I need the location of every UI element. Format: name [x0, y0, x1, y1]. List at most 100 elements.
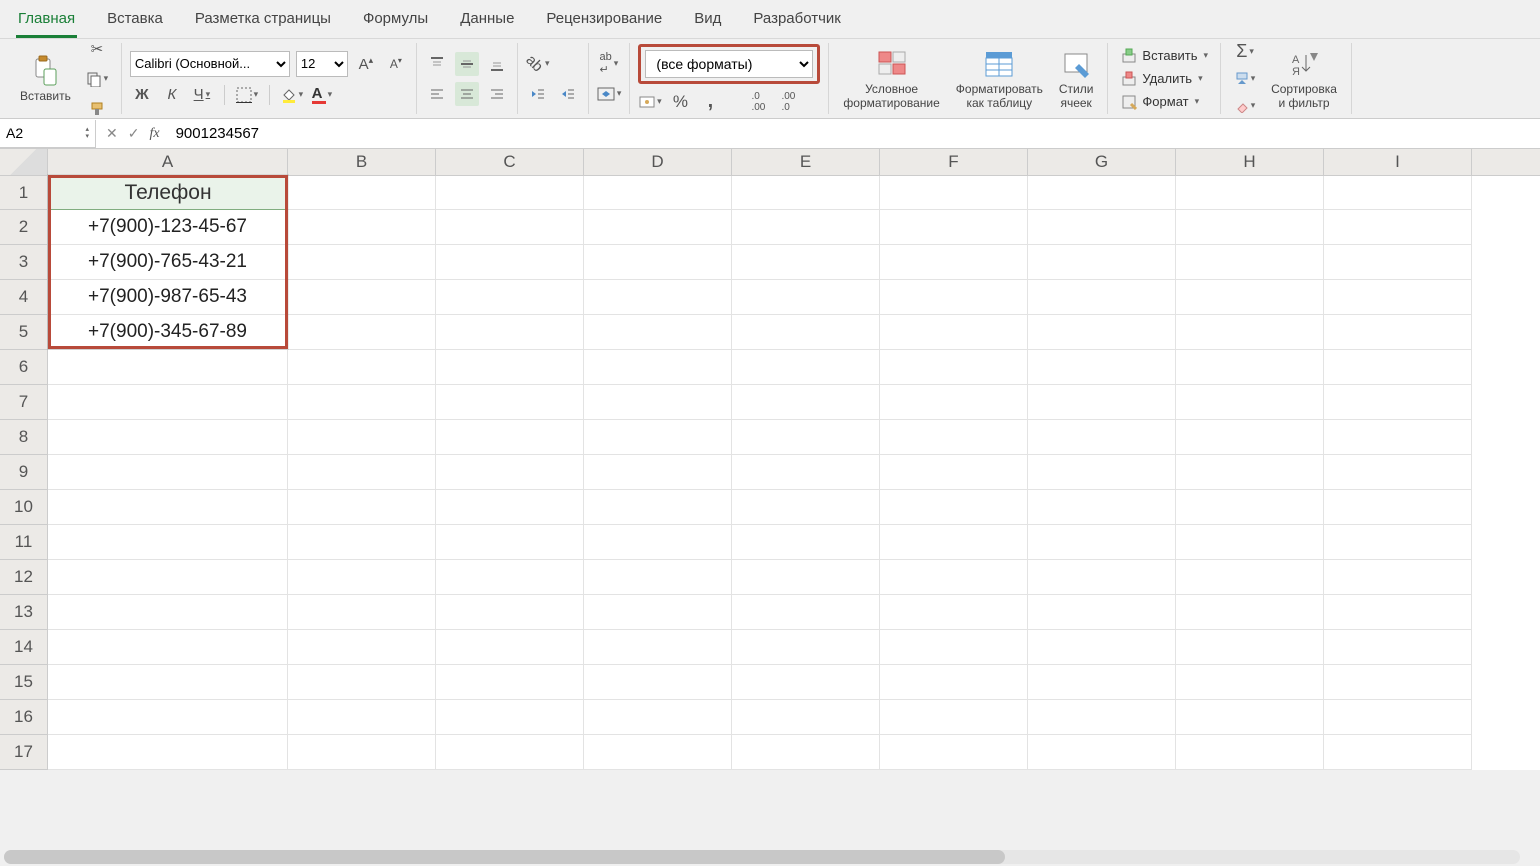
cell-H9[interactable] [1176, 455, 1324, 490]
cell-I17[interactable] [1324, 735, 1472, 770]
formula-input[interactable] [170, 119, 1540, 148]
cell-F15[interactable] [880, 665, 1028, 700]
tab-developer[interactable]: Разработчик [751, 4, 842, 38]
cell-C6[interactable] [436, 350, 584, 385]
cell-D17[interactable] [584, 735, 732, 770]
cell-D13[interactable] [584, 595, 732, 630]
cell-E1[interactable] [732, 176, 880, 210]
font-name-select[interactable]: Calibri (Основной... [130, 51, 290, 77]
row-header-1[interactable]: 1 [0, 176, 48, 210]
cell-F7[interactable] [880, 385, 1028, 420]
enter-formula-icon[interactable]: ✓ [128, 125, 140, 142]
align-center-button[interactable] [455, 82, 479, 106]
cell-G13[interactable] [1028, 595, 1176, 630]
cell-E14[interactable] [732, 630, 880, 665]
cell-B13[interactable] [288, 595, 436, 630]
cell-B7[interactable] [288, 385, 436, 420]
fill-color-button[interactable]: ▾ [280, 83, 304, 107]
cell-I14[interactable] [1324, 630, 1472, 665]
borders-button[interactable]: ▾ [235, 83, 259, 107]
cell-E13[interactable] [732, 595, 880, 630]
cell-F6[interactable] [880, 350, 1028, 385]
underline-button[interactable]: Ч▾ [190, 83, 214, 107]
italic-button[interactable]: К [160, 83, 184, 107]
cell-D3[interactable] [584, 245, 732, 280]
cell-I3[interactable] [1324, 245, 1472, 280]
cell-E11[interactable] [732, 525, 880, 560]
row-header-11[interactable]: 11 [0, 525, 48, 560]
cell-E4[interactable] [732, 280, 880, 315]
cell-C8[interactable] [436, 420, 584, 455]
select-all-corner[interactable] [0, 149, 48, 175]
cell-C3[interactable] [436, 245, 584, 280]
cell-A8[interactable] [48, 420, 288, 455]
cell-A2[interactable]: +7(900)-123-45-67 [48, 210, 288, 245]
col-header-I[interactable]: I [1324, 149, 1472, 175]
cell-D8[interactable] [584, 420, 732, 455]
align-left-button[interactable] [425, 82, 449, 106]
cell-F4[interactable] [880, 280, 1028, 315]
cell-I8[interactable] [1324, 420, 1472, 455]
cell-D1[interactable] [584, 176, 732, 210]
row-header-8[interactable]: 8 [0, 420, 48, 455]
align-top-button[interactable] [425, 52, 449, 76]
format-cells-button[interactable]: Формат▾ [1116, 92, 1212, 112]
cell-B8[interactable] [288, 420, 436, 455]
cell-F1[interactable] [880, 176, 1028, 210]
cell-A14[interactable] [48, 630, 288, 665]
cell-A10[interactable] [48, 490, 288, 525]
cell-I6[interactable] [1324, 350, 1472, 385]
accounting-button[interactable]: ▾ [638, 90, 662, 114]
cell-G8[interactable] [1028, 420, 1176, 455]
conditional-formatting-button[interactable]: Условное форматирование [837, 45, 945, 111]
cell-H10[interactable] [1176, 490, 1324, 525]
decrease-font-button[interactable]: A▾ [384, 52, 408, 76]
cell-F10[interactable] [880, 490, 1028, 525]
cell-G15[interactable] [1028, 665, 1176, 700]
cell-C1[interactable] [436, 176, 584, 210]
cell-E9[interactable] [732, 455, 880, 490]
cell-B5[interactable] [288, 315, 436, 350]
cell-H11[interactable] [1176, 525, 1324, 560]
cell-E15[interactable] [732, 665, 880, 700]
cell-B12[interactable] [288, 560, 436, 595]
row-header-4[interactable]: 4 [0, 280, 48, 315]
name-box[interactable]: A2 ▴▾ [0, 120, 96, 148]
tab-review[interactable]: Рецензирование [544, 4, 664, 38]
cell-B6[interactable] [288, 350, 436, 385]
row-header-7[interactable]: 7 [0, 385, 48, 420]
cell-E17[interactable] [732, 735, 880, 770]
cell-C4[interactable] [436, 280, 584, 315]
cell-I15[interactable] [1324, 665, 1472, 700]
cell-G3[interactable] [1028, 245, 1176, 280]
orientation-button[interactable]: ab▾ [526, 52, 550, 76]
cell-G1[interactable] [1028, 176, 1176, 210]
fill-button[interactable]: ▾ [1233, 67, 1257, 91]
cell-B3[interactable] [288, 245, 436, 280]
cell-G4[interactable] [1028, 280, 1176, 315]
cell-A4[interactable]: +7(900)-987-65-43 [48, 280, 288, 315]
cell-D5[interactable] [584, 315, 732, 350]
col-header-B[interactable]: B [288, 149, 436, 175]
cell-C9[interactable] [436, 455, 584, 490]
cell-D15[interactable] [584, 665, 732, 700]
cell-H17[interactable] [1176, 735, 1324, 770]
cell-C11[interactable] [436, 525, 584, 560]
wrap-text-button[interactable]: ab↵▾ [597, 52, 621, 76]
align-right-button[interactable] [485, 82, 509, 106]
col-header-G[interactable]: G [1028, 149, 1176, 175]
col-header-C[interactable]: C [436, 149, 584, 175]
cell-B9[interactable] [288, 455, 436, 490]
cell-D7[interactable] [584, 385, 732, 420]
cell-B2[interactable] [288, 210, 436, 245]
cell-H3[interactable] [1176, 245, 1324, 280]
cell-E10[interactable] [732, 490, 880, 525]
cell-A9[interactable] [48, 455, 288, 490]
cell-E6[interactable] [732, 350, 880, 385]
format-painter-button[interactable] [85, 97, 109, 121]
cell-A15[interactable] [48, 665, 288, 700]
cell-D9[interactable] [584, 455, 732, 490]
cell-C14[interactable] [436, 630, 584, 665]
cell-B4[interactable] [288, 280, 436, 315]
comma-button[interactable]: , [698, 90, 722, 114]
